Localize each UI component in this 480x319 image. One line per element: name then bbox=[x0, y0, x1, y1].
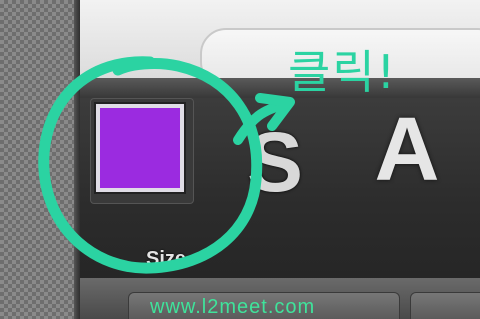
swatch-label: Size bbox=[146, 248, 187, 270]
toolbar-header-band bbox=[80, 78, 480, 98]
footer-tab bbox=[410, 292, 480, 319]
tool-button-a[interactable]: A bbox=[352, 100, 462, 200]
transparency-checker-strip bbox=[0, 0, 78, 319]
annotation-click-text: 클릭! bbox=[288, 45, 398, 99]
footer-url-text: www.l2meet.com bbox=[150, 296, 316, 318]
tool-button-s[interactable]: S bbox=[240, 115, 310, 209]
screenshot-stage: S A Size www.l2meet.com 클릭! bbox=[0, 0, 480, 319]
color-swatch-button[interactable] bbox=[94, 102, 186, 194]
